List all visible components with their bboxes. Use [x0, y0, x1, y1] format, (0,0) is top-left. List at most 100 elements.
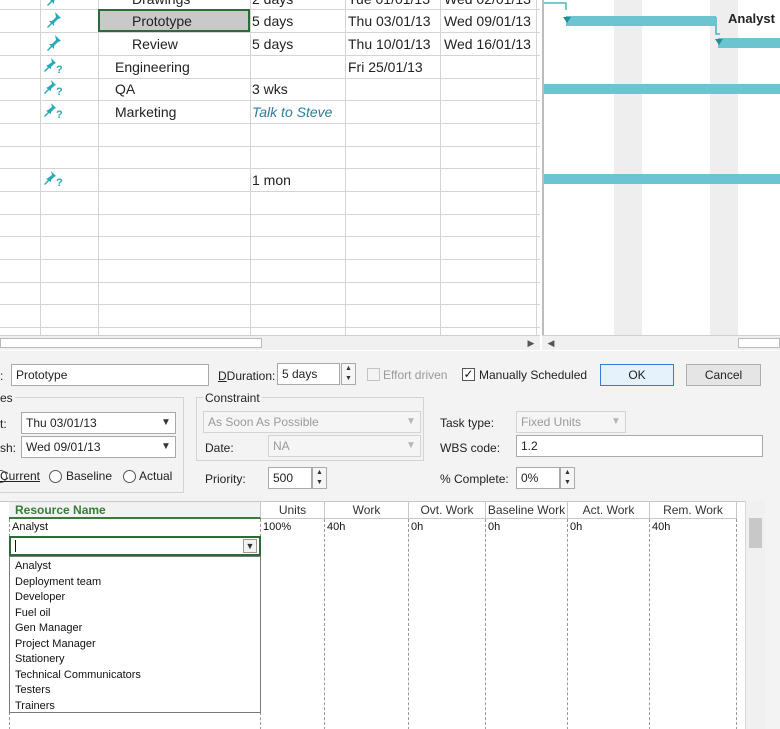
task-duration-cell[interactable]: 2 days	[252, 0, 293, 10]
chevron-down-icon[interactable]: ▼	[243, 539, 257, 553]
column-header-baseline-work[interactable]: Baseline Work	[486, 502, 568, 519]
resource-ovt-work-cell[interactable]: 0h	[411, 521, 423, 533]
task-name-cell[interactable]: Marketing	[115, 101, 176, 123]
manually-scheduled-checkbox[interactable]: ✓	[462, 368, 475, 381]
task-type-select[interactable]: Fixed Units ▼	[516, 411, 626, 433]
percent-complete-field[interactable]: 0%	[516, 467, 560, 489]
gantt-bar[interactable]	[544, 174, 780, 184]
pin-icon	[44, 33, 68, 55]
task-finish-cell[interactable]: Wed 16/01/13	[444, 33, 531, 55]
constraint-type-select[interactable]: As Soon As Possible ▼	[203, 411, 421, 433]
scrollbar-thumb[interactable]	[738, 338, 780, 348]
gantt-bar[interactable]	[566, 16, 716, 26]
task-start-cell[interactable]: Thu 03/01/13	[348, 10, 431, 32]
spin-up-icon[interactable]: ▲	[313, 468, 326, 478]
spin-up-icon[interactable]: ▲	[342, 364, 355, 374]
grid-horizontal-scrollbar[interactable]: ▶	[0, 335, 540, 350]
spin-down-icon[interactable]: ▼	[342, 374, 355, 384]
dropdown-option[interactable]: Fuel oil	[10, 606, 260, 622]
task-duration-cell[interactable]: Talk to Steve	[252, 101, 332, 123]
radio-current-text: Current	[0, 469, 41, 483]
task-start-cell[interactable]: Tue 01/01/13	[348, 0, 430, 10]
chevron-down-icon[interactable]: ▼	[160, 413, 172, 433]
task-name-cell[interactable]: Engineering	[115, 56, 190, 78]
dropdown-option[interactable]: Deployment team	[10, 575, 260, 591]
effort-driven-checkbox[interactable]	[367, 368, 380, 381]
task-duration-cell[interactable]: 5 days	[252, 10, 293, 32]
resource-table-vertical-scrollbar[interactable]	[745, 501, 765, 729]
start-date-select[interactable]: Thu 03/01/13 ▼	[21, 412, 176, 434]
percent-complete-spinner[interactable]: ▲ ▼	[560, 467, 575, 489]
gantt-bar[interactable]	[544, 84, 780, 94]
scrollbar-thumb[interactable]	[0, 338, 262, 348]
duration-field[interactable]: 5 days	[277, 363, 340, 385]
column-header-rem-work[interactable]: Rem. Work	[650, 502, 737, 519]
duration-label: DDuration:	[218, 369, 276, 383]
spin-down-icon[interactable]: ▼	[561, 478, 574, 488]
dates-group-label: es	[0, 391, 15, 405]
column-header-act-work[interactable]: Act. Work	[568, 502, 650, 519]
resource-name-cell[interactable]: Analyst	[12, 521, 48, 533]
task-start-cell[interactable]: Thu 10/01/13	[348, 33, 431, 55]
task-type-label: Task type:	[440, 416, 495, 430]
resource-baseline-work-cell[interactable]: 0h	[488, 521, 500, 533]
duration-label-text: Duration:	[226, 369, 276, 383]
gantt-link-arrow	[563, 17, 571, 23]
resource-work-cell[interactable]: 40h	[327, 521, 345, 533]
manually-scheduled-label: Manually Scheduled	[479, 368, 588, 382]
task-duration-cell[interactable]: 1 mon	[252, 169, 291, 191]
task-name-cell[interactable]: Prototype	[132, 10, 192, 32]
task-name-field[interactable]: Prototype	[11, 364, 209, 386]
task-name-cell[interactable]: Drawings	[132, 0, 190, 10]
wbs-code-field[interactable]: 1.2	[516, 435, 763, 457]
resource-rem-work-cell[interactable]: 40h	[652, 521, 670, 533]
duration-spinner[interactable]: ▲ ▼	[341, 363, 356, 385]
radio-actual[interactable]	[123, 470, 136, 483]
task-name-cell[interactable]: QA	[115, 78, 135, 100]
scrollbar-thumb[interactable]	[749, 518, 762, 548]
spin-down-icon[interactable]: ▼	[313, 478, 326, 488]
cancel-button[interactable]: Cancel	[686, 364, 761, 386]
task-finish-cell[interactable]: Wed 02/01/13	[444, 0, 531, 10]
column-header-resource-name[interactable]: Resource Name	[9, 502, 261, 519]
grid-row-divider	[0, 282, 540, 283]
radio-baseline[interactable]	[49, 470, 62, 483]
chevron-down-icon[interactable]: ▼	[160, 437, 172, 457]
ok-button[interactable]: OK	[600, 364, 674, 386]
priority-spinner[interactable]: ▲ ▼	[312, 467, 327, 489]
task-start-cell[interactable]: Fri 25/01/13	[348, 56, 423, 78]
resource-units-cell[interactable]: 100%	[263, 521, 291, 533]
resource-act-work-cell[interactable]: 0h	[570, 521, 582, 533]
dropdown-option[interactable]: Developer	[10, 590, 260, 606]
chevron-down-icon[interactable]: ▼	[405, 412, 417, 432]
resource-name-combobox[interactable]: ▼	[9, 536, 261, 556]
column-divider	[325, 519, 409, 729]
radio-actual-label: Actual	[139, 469, 173, 483]
gantt-horizontal-scrollbar[interactable]: ◀	[542, 335, 780, 350]
task-duration-cell[interactable]: 5 days	[252, 33, 293, 55]
dropdown-option[interactable]: Gen Manager	[10, 621, 260, 637]
spin-up-icon[interactable]: ▲	[561, 468, 574, 478]
dropdown-option[interactable]: Analyst	[10, 559, 260, 575]
constraint-date-select[interactable]: NA ▼	[268, 435, 421, 457]
arrow-left-icon[interactable]: ◀	[544, 337, 558, 350]
dropdown-option[interactable]: Stationery	[10, 652, 260, 668]
task-finish-cell[interactable]: Wed 09/01/13	[444, 10, 531, 32]
dropdown-option[interactable]: Project Manager	[10, 637, 260, 653]
column-header-work[interactable]: Work	[325, 502, 409, 519]
dropdown-option[interactable]: Testers	[10, 683, 260, 699]
column-header-units[interactable]: Units	[261, 502, 325, 519]
dropdown-option[interactable]: Technical Communicators	[10, 668, 260, 684]
finish-date-select[interactable]: Wed 09/01/13 ▼	[21, 436, 176, 458]
task-name-cell[interactable]: Review	[132, 33, 178, 55]
chevron-down-icon[interactable]: ▼	[405, 436, 417, 456]
priority-field[interactable]: 500	[268, 467, 312, 489]
dropdown-option[interactable]: Trainers	[10, 699, 260, 715]
grid-row-divider	[0, 236, 540, 237]
chevron-down-icon[interactable]: ▼	[610, 412, 622, 432]
arrow-right-icon[interactable]: ▶	[524, 337, 538, 350]
gantt-bar[interactable]	[718, 38, 780, 48]
column-divider	[650, 519, 737, 729]
task-duration-cell[interactable]: 3 wks	[252, 78, 288, 100]
column-header-ovt-work[interactable]: Ovt. Work	[409, 502, 486, 519]
